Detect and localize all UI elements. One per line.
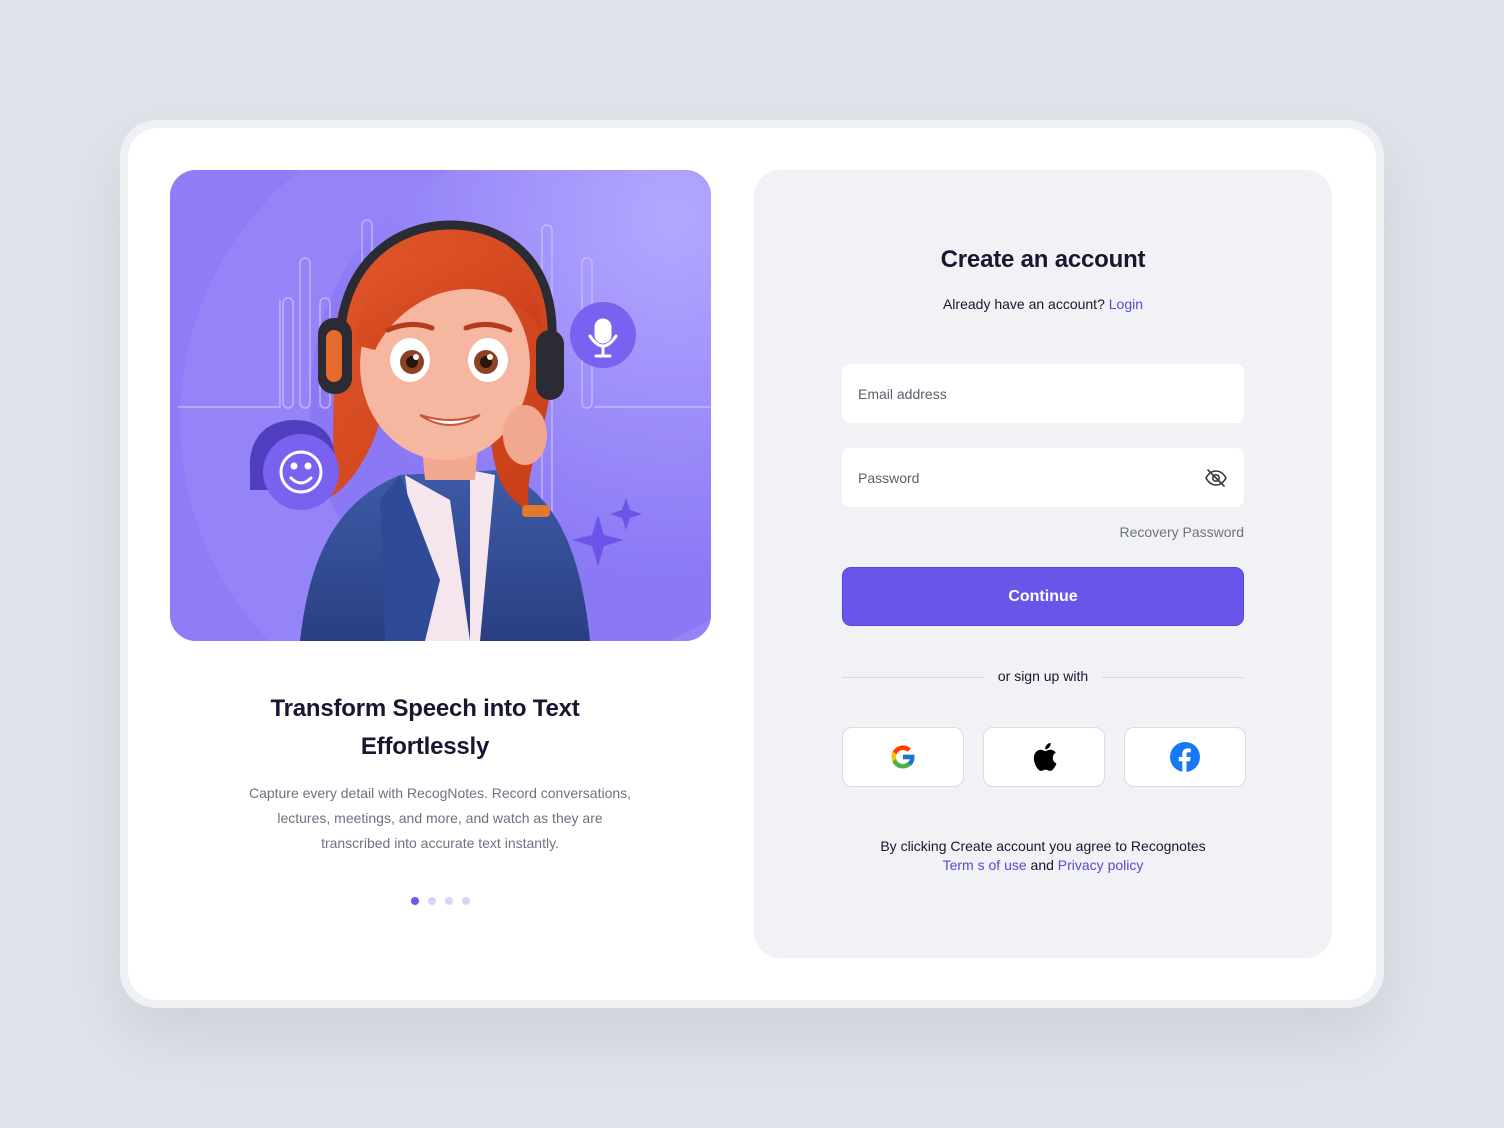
slide-title: Transform Speech into Text Effortlessly <box>220 690 630 766</box>
recovery-password-link[interactable]: Recovery Password <box>1044 524 1245 540</box>
divider-right <box>1102 677 1244 678</box>
carousel-dot-2[interactable] <box>428 897 436 905</box>
slide-description-line1: Capture every detail with RecogNotes. Re… <box>248 785 632 801</box>
slide-description-line3: transcribed into accurate text instantly… <box>321 835 559 851</box>
privacy-policy-link[interactable]: Privacy policy <box>1058 857 1144 873</box>
facebook-signup-button[interactable] <box>1124 727 1246 787</box>
apple-icon <box>1033 742 1057 771</box>
divider-left <box>842 677 984 678</box>
google-signup-button[interactable] <box>842 727 964 787</box>
carousel-dot-4[interactable] <box>462 897 470 905</box>
carousel-dots <box>411 897 470 905</box>
google-icon <box>891 745 916 769</box>
login-link[interactable]: Login <box>1109 296 1143 312</box>
login-prompt-text: Already have an account? <box>942 296 1105 312</box>
terms-prefix-text: By clicking Create account you agree to … <box>880 838 1206 854</box>
carousel-dot-1[interactable] <box>411 897 419 905</box>
divider-text: or sign up with <box>997 668 1089 684</box>
hero-illustration <box>170 170 711 641</box>
password-field-wrapper <box>842 448 1244 507</box>
slide-description: Capture every detail with RecogNotes. Re… <box>230 781 650 856</box>
login-prompt-line: Already have an account? Login <box>754 296 1332 312</box>
form-title: Create an account <box>940 246 1146 273</box>
apple-signup-button[interactable] <box>983 727 1105 787</box>
hero-art <box>170 170 711 641</box>
eye-slash-icon[interactable] <box>1204 466 1228 490</box>
terms-and-text: and <box>1030 857 1054 873</box>
terms-notice: By clicking Create account you agree to … <box>754 837 1332 875</box>
terms-links-line: Term s of use and Privacy policy <box>754 856 1332 875</box>
slide-description-line2: lectures, meetings, and more, and watch … <box>277 810 603 826</box>
email-field[interactable] <box>858 385 1228 402</box>
password-field[interactable] <box>858 469 1204 486</box>
carousel-dot-3[interactable] <box>445 897 453 905</box>
terms-of-use-link[interactable]: Term s of use <box>943 857 1027 873</box>
slide-title-line2: Effortlessly <box>360 733 490 760</box>
facebook-icon <box>1170 742 1200 772</box>
continue-button[interactable]: Continue <box>842 567 1244 626</box>
slide-title-line1: Transform Speech into Text <box>270 695 580 722</box>
email-field-wrapper <box>842 364 1244 423</box>
